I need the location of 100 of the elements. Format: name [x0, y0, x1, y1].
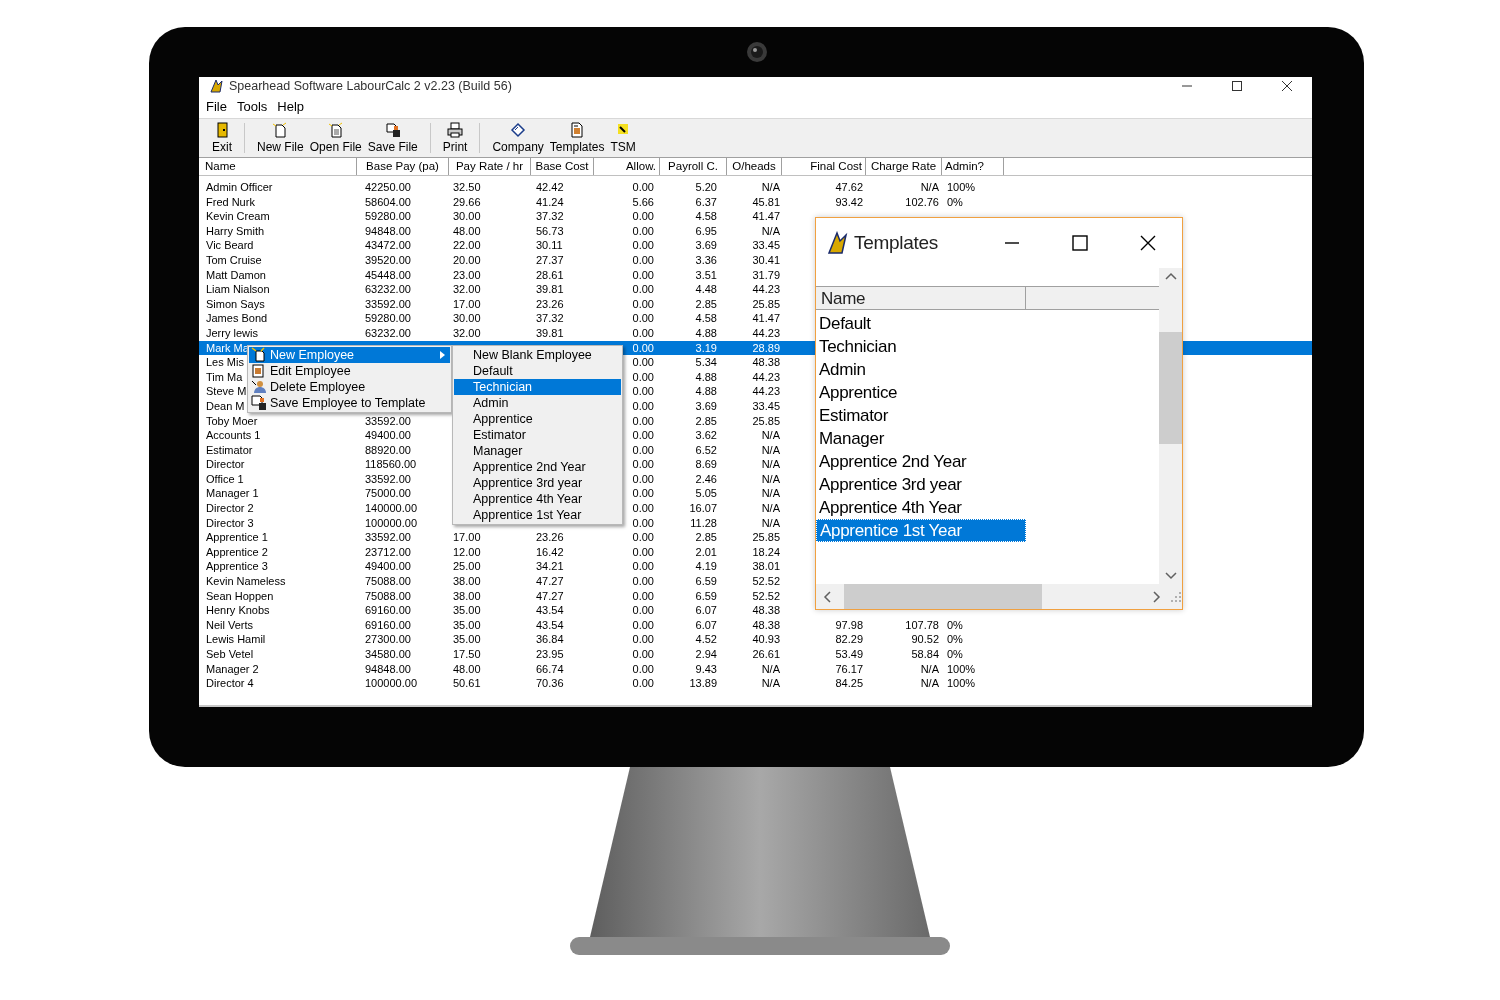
table-cell: Admin Officer — [206, 180, 273, 195]
toolbar-button[interactable]: TSM — [607, 119, 639, 157]
menu-item[interactable]: Tools — [231, 98, 273, 114]
column-header[interactable]: Admin? — [942, 158, 1004, 175]
table-cell: 82.29 — [835, 632, 863, 647]
list-item[interactable]: Apprentice — [816, 381, 1026, 404]
menu-item[interactable]: Estimator — [454, 427, 621, 443]
table-cell: 8.69 — [695, 457, 717, 472]
menu-item[interactable]: Apprentice 1st Year — [454, 507, 621, 523]
column-header[interactable]: Name — [816, 286, 1026, 310]
toolbar-button[interactable]: Print — [439, 119, 471, 157]
table-cell: 0.00 — [632, 486, 654, 502]
table-cell: 100% — [947, 676, 976, 691]
table-cell: 0.00 — [632, 325, 654, 341]
close-icon[interactable] — [1281, 79, 1293, 92]
resize-grip-icon[interactable] — [1170, 590, 1182, 603]
book-icon — [510, 122, 527, 138]
list-item[interactable]: Apprentice 4th Year — [816, 496, 1026, 519]
table-cell: 48.38 — [752, 617, 780, 633]
table-cell: Les Mis — [206, 355, 244, 370]
list-item[interactable]: Apprentice 2nd Year — [816, 450, 1026, 473]
open-file-icon — [327, 122, 344, 138]
table-cell: Apprentice 2 — [206, 544, 268, 560]
table-cell: 75000.00 — [365, 486, 411, 502]
table-cell: 4.19 — [695, 559, 717, 575]
table-cell: 43.54 — [536, 617, 564, 633]
table-cell: 44.23 — [752, 282, 780, 297]
menu-item[interactable]: Edit Employee — [249, 363, 450, 379]
scrollbar-thumb[interactable] — [1159, 332, 1182, 444]
scrollbar-thumb[interactable] — [844, 584, 1042, 609]
table-cell: 25.85 — [752, 413, 780, 429]
menu-item[interactable]: Default — [454, 363, 621, 379]
menu-item[interactable]: Delete Employee — [249, 379, 450, 395]
toolbar-button[interactable]: New File — [254, 119, 307, 157]
table-cell: 2.94 — [695, 647, 717, 662]
table-cell: 70.36 — [536, 676, 564, 691]
list-item[interactable]: Estimator — [816, 404, 1026, 427]
table-cell: 2.85 — [695, 530, 717, 545]
table-cell: 100000.00 — [365, 676, 417, 691]
table-cell: N/A — [761, 676, 780, 691]
close-icon[interactable] — [1139, 235, 1157, 251]
table-cell: 102.76 — [905, 194, 939, 210]
menu-item[interactable]: New Blank Employee — [454, 347, 621, 363]
menu-item[interactable]: Apprentice 3rd year — [454, 475, 621, 491]
menu-item[interactable]: Apprentice — [454, 411, 621, 427]
list-item[interactable]: Apprentice 3rd year — [816, 473, 1026, 496]
table-cell: 11.28 — [690, 515, 717, 531]
table-cell: 0.00 — [632, 311, 654, 326]
table-cell: 45.81 — [752, 194, 780, 210]
table-cell: Neil Verts — [206, 617, 254, 633]
list-item[interactable]: Default — [816, 312, 1026, 335]
menu-item[interactable]: Save Employee to Template — [249, 395, 450, 411]
list-item[interactable]: Technician — [816, 335, 1026, 358]
table-cell: 33592.00 — [365, 471, 411, 487]
table-cell: 140000.00 — [365, 501, 417, 516]
menu-item[interactable]: File — [201, 98, 232, 114]
table-cell: 23.95 — [536, 647, 564, 662]
menu-item[interactable]: Help — [272, 98, 310, 114]
menu-item[interactable]: Apprentice 2nd Year — [454, 459, 621, 475]
toolbar-button[interactable]: Open File — [306, 119, 365, 157]
table-cell: 0% — [947, 617, 963, 633]
table-cell: 6.07 — [695, 617, 717, 633]
maximize-icon[interactable] — [1071, 235, 1089, 251]
table-cell: 38.00 — [453, 574, 481, 589]
menu-item[interactable]: Manager — [454, 443, 621, 459]
table-cell: 23712.00 — [365, 544, 411, 560]
toolbar-button[interactable]: Company — [489, 119, 547, 157]
table-cell: 0.00 — [632, 296, 654, 312]
table-cell: 52.52 — [752, 574, 780, 589]
table-cell: 48.00 — [453, 661, 481, 677]
table-cell: Vic Beard — [206, 238, 254, 253]
table-cell: 6.07 — [695, 603, 717, 618]
scroll-right-icon[interactable] — [1150, 589, 1162, 604]
scroll-left-icon[interactable] — [822, 589, 834, 604]
list-item[interactable]: Manager — [816, 427, 1026, 450]
table-cell: 20.00 — [453, 252, 481, 268]
table-cell: 36.84 — [536, 632, 564, 647]
table-cell: 94848.00 — [365, 661, 411, 677]
menu-item[interactable]: Apprentice 4th Year — [454, 491, 621, 507]
list-item[interactable]: Apprentice 1st Year — [816, 519, 1026, 542]
table-cell: 25.85 — [752, 296, 780, 312]
table-cell: 33592.00 — [365, 296, 411, 312]
table-cell: 69160.00 — [365, 617, 411, 633]
table-cell: 49400.00 — [365, 559, 411, 575]
menu-item[interactable]: New Employee — [249, 347, 450, 363]
column-header[interactable]: Name — [202, 158, 357, 175]
table-cell: 34.21 — [536, 559, 564, 575]
table-cell: 9.43 — [695, 661, 717, 677]
table-cell: 84.25 — [835, 676, 863, 691]
menu-item[interactable]: Technician — [454, 379, 621, 395]
list-item[interactable]: Admin — [816, 358, 1026, 381]
table-cell: 47.27 — [536, 588, 564, 604]
maximize-icon[interactable] — [1231, 79, 1243, 92]
toolbar-button[interactable]: Exit — [209, 119, 235, 157]
toolbar-button[interactable]: Save File — [364, 119, 421, 157]
table-cell: 0% — [947, 632, 963, 647]
toolbar-button[interactable]: Templates — [546, 119, 608, 157]
table-cell: 53.49 — [835, 647, 863, 662]
menu-item[interactable]: Admin — [454, 395, 621, 411]
table-cell: 16.42 — [536, 544, 564, 560]
